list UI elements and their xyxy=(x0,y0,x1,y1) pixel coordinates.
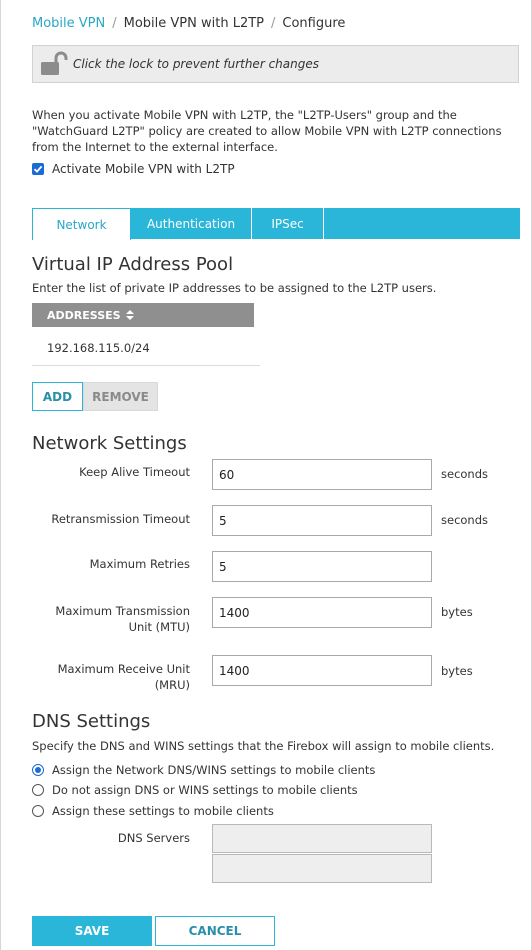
dns-settings-title: DNS Settings xyxy=(32,711,151,732)
radio-button[interactable] xyxy=(32,784,44,796)
retransmission-unit: seconds xyxy=(441,513,489,527)
keep-alive-unit: seconds xyxy=(441,467,489,481)
mru-input[interactable] xyxy=(212,655,432,686)
pool-title: Virtual IP Address Pool xyxy=(32,254,234,275)
keep-alive-label: Keep Alive Timeout xyxy=(79,465,190,479)
mru-label: Maximum Receive Unit (MRU) xyxy=(58,661,190,693)
tab-network[interactable]: Network xyxy=(32,208,131,240)
mtu-input[interactable] xyxy=(212,597,432,628)
radio-button[interactable] xyxy=(32,805,44,817)
max-retries-input[interactable] xyxy=(212,551,432,582)
keep-alive-input[interactable] xyxy=(212,459,432,490)
activate-row[interactable]: Activate Mobile VPN with L2TP xyxy=(32,162,235,176)
mru-unit: bytes xyxy=(441,664,473,678)
radio-assign-these[interactable]: Assign these settings to mobile clients xyxy=(32,804,274,818)
radio-assign-network-dns[interactable]: Assign the Network DNS/WINS settings to … xyxy=(32,763,375,777)
breadcrumb-l2tp: Mobile VPN with L2TP xyxy=(123,16,264,31)
mru-label-line2: (MRU) xyxy=(154,678,190,692)
radio-do-not-assign[interactable]: Do not assign DNS or WINS settings to mo… xyxy=(32,783,358,797)
radio-label: Assign the Network DNS/WINS settings to … xyxy=(52,763,376,777)
lock-bar[interactable]: Click the lock to prevent further change… xyxy=(32,45,519,83)
activate-label: Activate Mobile VPN with L2TP xyxy=(52,162,235,176)
tab-bar: Network Authentication IPSec xyxy=(32,208,520,240)
addresses-header-label: ADDRESSES xyxy=(47,308,121,322)
radio-label: Assign these settings to mobile clients xyxy=(52,804,274,818)
max-retries-label: Maximum Retries xyxy=(89,557,190,571)
radio-button[interactable] xyxy=(32,764,44,776)
cancel-button[interactable]: CANCEL xyxy=(155,916,275,946)
mtu-label: Maximum Transmission Unit (MTU) xyxy=(55,603,190,635)
checkmark-icon xyxy=(33,165,43,173)
tab-network-label: Network xyxy=(56,217,107,232)
table-row[interactable]: 192.168.115.0/24 xyxy=(32,336,260,366)
remove-button[interactable]: REMOVE xyxy=(83,382,158,411)
radio-label: Do not assign DNS or WINS settings to mo… xyxy=(52,783,358,797)
breadcrumb: Mobile VPN / Mobile VPN with L2TP / Configur… xyxy=(32,16,345,31)
activate-checkbox[interactable] xyxy=(32,163,44,175)
mtu-label-line2: Unit (MTU) xyxy=(128,620,190,634)
unlock-icon[interactable] xyxy=(39,51,69,77)
tab-ipsec[interactable]: IPSec xyxy=(252,208,324,239)
breadcrumb-separator: / xyxy=(271,16,276,31)
dns-servers-label: DNS Servers xyxy=(117,831,190,845)
lock-bar-text: Click the lock to prevent further change… xyxy=(73,57,319,71)
retransmission-input[interactable] xyxy=(212,505,432,536)
addresses-column-header[interactable]: ADDRESSES xyxy=(32,303,254,327)
mtu-unit: bytes xyxy=(441,605,473,619)
tab-authentication-label: Authentication xyxy=(146,216,236,231)
mru-label-line1: Maximum Receive Unit xyxy=(57,662,190,676)
save-button[interactable]: SAVE xyxy=(32,916,152,946)
dns-server-field-2[interactable] xyxy=(212,854,432,883)
mtu-label-line1: Maximum Transmission xyxy=(55,604,190,618)
breadcrumb-mobile-vpn[interactable]: Mobile VPN xyxy=(32,16,105,31)
breadcrumb-separator: / xyxy=(112,16,117,31)
sort-icon xyxy=(125,310,134,320)
address-cell: 192.168.115.0/24 xyxy=(47,341,150,355)
breadcrumb-configure: Configure xyxy=(282,16,346,31)
pool-description: Enter the list of private IP addresses t… xyxy=(32,281,437,295)
retransmission-label: Retransmission Timeout xyxy=(51,512,190,526)
intro-text: When you activate Mobile VPN with L2TP, … xyxy=(32,108,502,154)
network-settings-title: Network Settings xyxy=(32,433,187,454)
dns-settings-description: Specify the DNS and WINS settings that t… xyxy=(32,739,495,753)
tab-ipsec-label: IPSec xyxy=(271,216,304,231)
tab-authentication[interactable]: Authentication xyxy=(131,208,252,239)
dns-server-field-1[interactable] xyxy=(212,824,432,853)
add-button[interactable]: ADD xyxy=(32,382,83,411)
